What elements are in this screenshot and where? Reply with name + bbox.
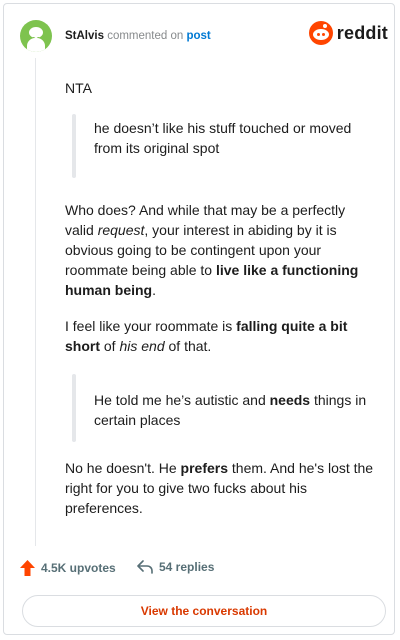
reply-arrow-icon (137, 560, 153, 574)
blockquote-1: he doesn’t like his stuff touched or mov… (65, 114, 400, 178)
quote-text: he doesn’t like his stuff touched or mov… (94, 120, 352, 156)
quote-bar (72, 374, 76, 442)
avatar-snoo-icon (29, 27, 43, 40)
comment-paragraph-3: No he doesn't. He prefers them. And he's… (65, 460, 374, 516)
blockquote-2: He told me he’s autistic and needs thing… (65, 374, 400, 442)
replies-button[interactable]: 54 replies (137, 560, 214, 574)
comment-card: StAlvis commented on post reddit NTA he … (3, 3, 395, 635)
upvote-arrow-icon (20, 560, 35, 576)
comment-paragraph-1: Who does? And while that may be a perfec… (65, 202, 359, 298)
comment-footer: 4.5K upvotes 54 replies (20, 560, 388, 580)
meta-action: commented on (107, 30, 184, 42)
thread-line (35, 58, 36, 546)
brand-wordmark: reddit (336, 22, 388, 43)
quote-bar (72, 114, 76, 178)
upvote-button[interactable]: 4.5K upvotes (20, 560, 116, 576)
post-link[interactable]: post (186, 30, 210, 42)
comment-header: StAlvis commented on post reddit (20, 18, 388, 54)
reply-count: 54 replies (159, 560, 215, 574)
reddit-brand[interactable]: reddit (308, 20, 388, 46)
upvote-count: 4.5K upvotes (41, 561, 116, 575)
username-link[interactable]: StAlvis (65, 30, 104, 42)
comment-paragraph-2: I feel like your roommate is falling qui… (65, 318, 348, 354)
view-conversation-button[interactable]: View the conversation (22, 595, 386, 627)
comment-meta: StAlvis commented on post (65, 30, 211, 42)
user-avatar[interactable] (20, 20, 52, 52)
quote-text: He told me he’s autistic and needs thing… (94, 392, 367, 428)
comment-text-verdict: NTA (65, 80, 92, 96)
reddit-logo-icon (308, 21, 333, 45)
